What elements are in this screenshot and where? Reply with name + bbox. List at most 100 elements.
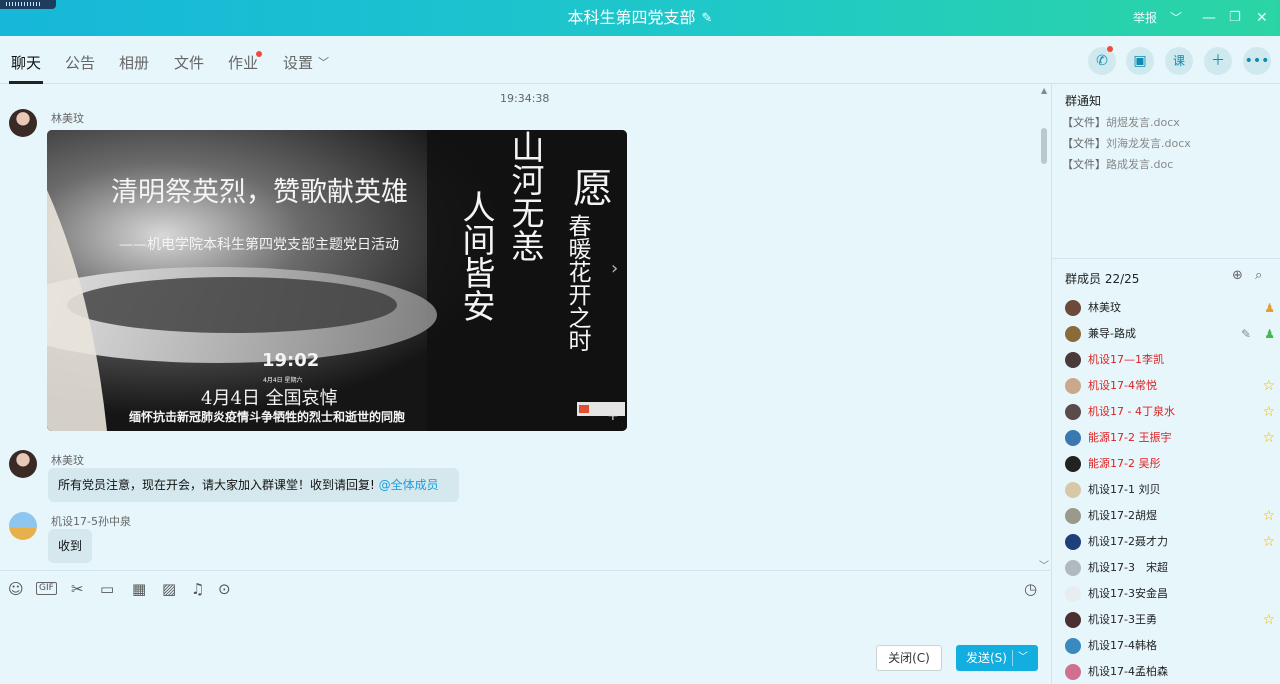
member-item[interactable]: 机设17-3安金昌 [1065, 584, 1275, 604]
next-image-chevron-icon[interactable]: › [611, 258, 618, 279]
member-name: 机设17 - 4丁泉水 [1088, 405, 1175, 418]
notice-tag: 【文件】 [1062, 158, 1106, 171]
star-icon: ☆ [1262, 534, 1275, 550]
member-item[interactable]: 能源17-2 王振宇 ☆ [1065, 428, 1275, 448]
avatar[interactable] [9, 109, 37, 137]
tab-files[interactable]: 文件 [174, 36, 204, 84]
member-item[interactable]: 机设17-2聂才力 ☆ [1065, 532, 1275, 552]
gif-icon[interactable]: GIF [36, 582, 57, 595]
member-avatar [1065, 404, 1081, 420]
member-item[interactable]: 机设17-2胡煜 ☆ [1065, 506, 1275, 526]
tab-album[interactable]: 相册 [119, 36, 149, 84]
minimize-icon[interactable]: — [1202, 0, 1216, 36]
tab-chat[interactable]: 聊天 [8, 36, 44, 84]
message-text: 所有党员注意，现在开会，请大家加入群课堂！收到请回复! [58, 478, 375, 492]
avatar[interactable] [9, 450, 37, 478]
close-icon[interactable]: ✕ [1256, 0, 1268, 36]
member-avatar [1065, 430, 1081, 446]
tab-settings[interactable]: 设置 [283, 36, 313, 84]
mention-all-link[interactable]: @全体成员 [379, 478, 439, 492]
member-name: 兼导-路成 [1088, 327, 1136, 340]
member-item[interactable]: 机设17-4孟柏森 [1065, 662, 1275, 682]
send-button[interactable]: 发送(S) ﹀ [956, 645, 1038, 671]
sender-name: 林美玟 [51, 454, 84, 467]
report-link[interactable]: 举报 [1133, 0, 1157, 36]
dropdown-icon[interactable]: ﹀ [1170, 0, 1182, 36]
tab-homework[interactable]: 作业 [228, 36, 258, 84]
member-name: 能源17-2 吴彤 [1088, 457, 1161, 470]
add-emoji-plus-icon[interactable]: + [607, 408, 619, 424]
new-post-button[interactable]: ＋ [1204, 47, 1232, 75]
edit-title-icon[interactable]: ✎ [702, 1, 713, 37]
members-manage-icon[interactable]: ⊕ [1232, 268, 1243, 283]
member-name: 能源17-2 王振宇 [1088, 431, 1172, 444]
member-item[interactable]: 机设17-4常悦 ☆ [1065, 376, 1275, 396]
star-icon: ☆ [1262, 430, 1275, 446]
notice-tag: 【文件】 [1062, 116, 1106, 129]
edit-pen-icon[interactable]: ✎ [1241, 324, 1251, 344]
member-avatar [1065, 326, 1081, 342]
scroll-thumb[interactable] [1041, 128, 1047, 164]
member-item[interactable]: 机设17-3 宋超 [1065, 558, 1275, 578]
more-circle-icon[interactable]: ⊙ [218, 579, 231, 599]
history-clock-icon[interactable]: ◷ [1024, 579, 1037, 599]
emoji-icon[interactable]: ☺ [8, 579, 24, 599]
call-red-dot [1107, 46, 1113, 52]
member-avatar [1065, 352, 1081, 368]
video-call-button[interactable]: ▣ [1126, 47, 1154, 75]
scroll-up-icon[interactable]: ▲ [1041, 86, 1047, 95]
member-item[interactable]: 林美玟 ♟ [1065, 298, 1275, 318]
restore-icon[interactable]: ❐ [1229, 0, 1241, 36]
image-icon[interactable]: ▨ [162, 579, 176, 599]
member-item[interactable]: 机设17-1 刘贝 [1065, 480, 1275, 500]
title-bar: 本科生第四党支部 ✎ 举报 ﹀ — ❐ ✕ [0, 0, 1280, 36]
close-button[interactable]: 关闭(C) [876, 645, 942, 671]
member-name: 机设17-2胡煜 [1088, 509, 1157, 522]
poster-slogan-1: 山河无恙 [506, 130, 545, 262]
poster-image[interactable]: 清明祭英烈，赞歌献英雄 ——机电学院本科生第四党支部主题党日活动 山河无恙 人间… [47, 130, 627, 431]
chat-area: 19:34:38 林美玟 清明祭英烈，赞歌献英雄 ——机电学院本科生第四党支部主… [0, 84, 1050, 570]
member-avatar [1065, 638, 1081, 654]
screenshot-scissors-icon[interactable]: ✂ [71, 579, 84, 599]
send-options-chevron-icon[interactable]: ﹀ [1018, 645, 1028, 671]
poster-slogan-2: 人间皆安 [457, 190, 496, 322]
group-name: 本科生第四党支部 [567, 8, 696, 27]
notice-item[interactable]: 【文件】胡煜发言.docx [1062, 114, 1180, 130]
notice-file: 路成发言.doc [1106, 158, 1174, 171]
notice-tag: 【文件】 [1062, 137, 1106, 150]
members-search-icon[interactable]: ⌕ [1255, 268, 1262, 283]
settings-chevron-down-icon[interactable]: ﹀ [318, 36, 329, 84]
member-avatar [1065, 560, 1081, 576]
message-bubble: 收到 [48, 529, 93, 563]
panel-divider [1052, 258, 1280, 259]
member-item[interactable]: 机设17 - 4丁泉水 ☆ [1065, 402, 1275, 422]
member-name: 机设17-4孟柏森 [1088, 665, 1168, 678]
member-avatar [1065, 612, 1081, 628]
members-title: 群成员 22/25 [1065, 272, 1140, 286]
group-class-button[interactable]: 课 [1165, 47, 1193, 75]
notice-item[interactable]: 【文件】刘海龙发言.docx [1062, 135, 1191, 151]
member-name: 机设17-3 宋超 [1088, 561, 1168, 574]
member-avatar [1065, 456, 1081, 472]
star-icon: ☆ [1262, 404, 1275, 420]
member-item[interactable]: 机设17-3王勇 ☆ [1065, 610, 1275, 630]
member-item[interactable]: 机设17-4韩格 [1065, 636, 1275, 656]
window-title: 本科生第四党支部 ✎ [0, 0, 1280, 36]
message-timestamp: 19:34:38 [500, 92, 550, 105]
folder-icon[interactable]: ▭ [100, 579, 114, 599]
send-label: 发送(S) [966, 651, 1007, 665]
notice-item[interactable]: 【文件】路成发言.doc [1062, 156, 1173, 172]
star-icon: ☆ [1262, 378, 1275, 394]
star-icon: ☆ [1262, 508, 1275, 524]
member-avatar [1065, 378, 1081, 394]
tab-announcement[interactable]: 公告 [65, 36, 95, 84]
bell-icon[interactable]: ♫ [191, 579, 204, 599]
more-button[interactable]: ••• [1243, 47, 1271, 75]
poster-mourning-text: 4月4日 全国哀悼 [201, 388, 338, 409]
avatar[interactable] [9, 512, 37, 540]
member-item[interactable]: 能源17-2 吴彤 [1065, 454, 1275, 474]
member-item[interactable]: 兼导-路成 ✎ ♟ [1065, 324, 1275, 344]
sticker-icon[interactable]: ▦ [132, 579, 146, 599]
member-item[interactable]: 机设17—1李凯 [1065, 350, 1275, 370]
homework-new-dot [256, 51, 262, 57]
